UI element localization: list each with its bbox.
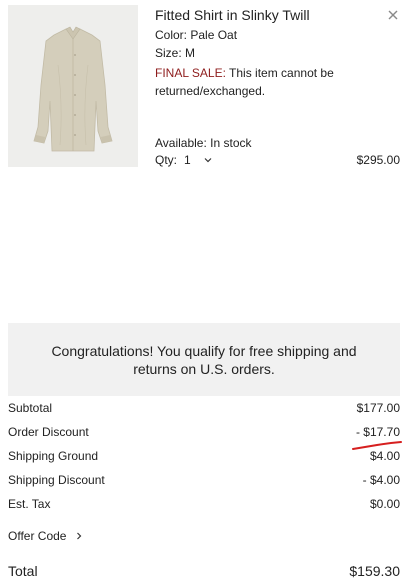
- quantity-select[interactable]: 1: [184, 153, 212, 167]
- total-value: $159.30: [349, 563, 400, 579]
- item-price: $295.00: [356, 153, 400, 167]
- total-row: Total $159.30: [8, 563, 400, 579]
- quantity-value: 1: [184, 153, 191, 167]
- close-icon: [388, 10, 398, 20]
- tax-row: Est. Tax $0.00: [8, 497, 400, 511]
- item-title[interactable]: Fitted Shirt in Slinky Twill: [155, 7, 310, 23]
- item-color: Color: Pale Oat: [155, 28, 238, 42]
- free-shipping-banner: Congratulations! You qualify for free sh…: [8, 323, 400, 396]
- product-image[interactable]: [8, 5, 138, 167]
- shipping-discount-row: Shipping Discount - $4.00: [8, 473, 400, 487]
- order-discount-value: - $17.70: [355, 425, 400, 439]
- promo-message: Congratulations! You qualify for free sh…: [51, 342, 357, 377]
- availability-status: Available: In stock: [155, 136, 252, 150]
- quantity-label: Qty:: [155, 153, 178, 167]
- total-label: Total: [8, 563, 38, 579]
- subtotal-value: $177.00: [356, 401, 400, 415]
- shipping-label: Shipping Ground: [8, 449, 99, 463]
- chevron-right-icon: [76, 532, 82, 540]
- subtotal-row: Subtotal $177.00: [8, 401, 400, 415]
- offer-code-label: Offer Code: [8, 529, 67, 543]
- subtotal-label: Subtotal: [8, 401, 53, 415]
- offer-code-toggle[interactable]: Offer Code: [8, 529, 82, 543]
- shirt-image: [8, 5, 138, 167]
- shipping-row: Shipping Ground $4.00: [8, 449, 400, 463]
- order-discount-label: Order Discount: [8, 425, 89, 439]
- remove-item-button[interactable]: [386, 8, 400, 22]
- shipping-discount-value: - $4.00: [362, 473, 400, 487]
- final-sale-notice: FINAL SALE: This item cannot be returned…: [155, 64, 350, 100]
- final-sale-label: FINAL SALE:: [155, 66, 226, 80]
- quantity-row: Qty: 1: [155, 153, 212, 167]
- item-size: Size: M: [155, 46, 196, 60]
- tax-value: $0.00: [369, 497, 400, 511]
- order-discount-row: Order Discount - $17.70: [8, 425, 400, 439]
- chevron-down-icon: [204, 157, 212, 163]
- tax-label: Est. Tax: [8, 497, 51, 511]
- shipping-discount-label: Shipping Discount: [8, 473, 105, 487]
- shipping-value: $4.00: [369, 449, 400, 463]
